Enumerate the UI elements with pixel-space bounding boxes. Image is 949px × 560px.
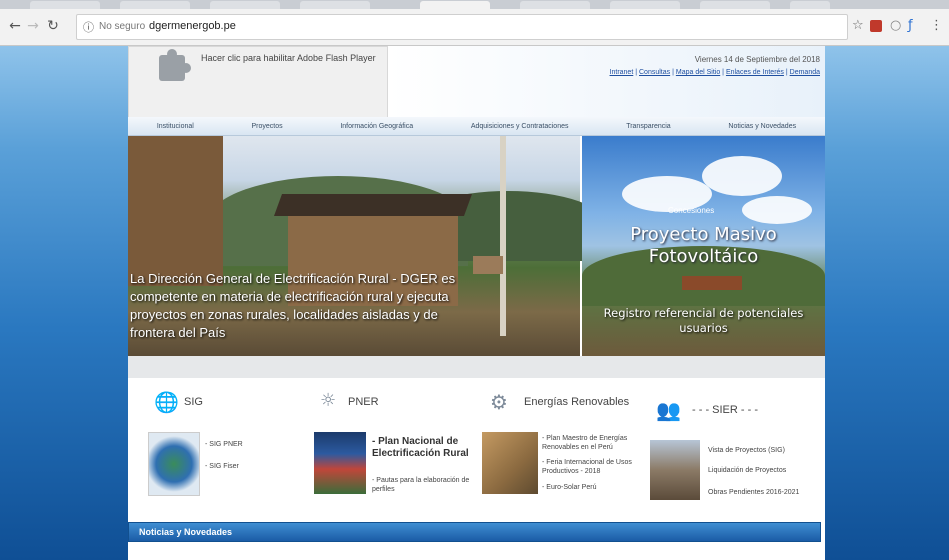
sier-heading[interactable]: - - - SIER - - - bbox=[692, 404, 758, 416]
sig-globe-thumbnail[interactable] bbox=[148, 432, 200, 496]
menu-item-proyectos[interactable]: Proyectos bbox=[252, 123, 283, 130]
pner-plan-link[interactable]: - Pautas para la elaboración de perfiles bbox=[372, 476, 477, 494]
users-icon: 👥 bbox=[656, 398, 681, 422]
menu-item-institucional[interactable]: Institucional bbox=[157, 123, 194, 130]
gears-icon: ⚙ bbox=[490, 390, 508, 414]
banner-divider bbox=[128, 356, 825, 378]
extension-icon[interactable] bbox=[870, 20, 882, 32]
browser-tab[interactable] bbox=[300, 1, 370, 9]
energias-thumbnail[interactable] bbox=[482, 432, 538, 494]
extension-feather-icon[interactable]: ƒ bbox=[908, 18, 913, 34]
menu-dots-icon[interactable]: ⋮ bbox=[930, 18, 943, 34]
new-tab-button[interactable] bbox=[790, 1, 830, 9]
lightbulb-icon: ☼ bbox=[320, 390, 337, 411]
energias-link-euro-solar[interactable]: - Euro-Solar Perú bbox=[542, 483, 642, 492]
sig-heading[interactable]: SIG bbox=[184, 396, 203, 408]
menu-item-noticias[interactable]: Noticias y Novedades bbox=[728, 123, 796, 130]
globe-icon: 🌐 bbox=[154, 390, 179, 414]
pner-plan-title[interactable]: - Plan Nacional de Electrificación Rural bbox=[372, 436, 482, 460]
pner-cover-thumbnail[interactable] bbox=[314, 432, 366, 494]
header-link-consultas[interactable]: Consultas bbox=[639, 69, 670, 76]
header-link-intranet[interactable]: Intranet bbox=[610, 69, 634, 76]
browser-tab[interactable] bbox=[700, 1, 770, 9]
main-menu: Institucional Proyectos Información Geog… bbox=[128, 117, 825, 136]
address-bar[interactable]: ⓘ No seguro dgermenergob.pe bbox=[76, 14, 848, 40]
energias-heading[interactable]: Energías Renovables bbox=[524, 396, 629, 408]
pmf-title[interactable]: Proyecto Masivo Fotovoltáico bbox=[582, 224, 825, 268]
header-date: Viernes 14 de Septiembre del 2018 bbox=[694, 55, 820, 64]
browser-tab[interactable] bbox=[210, 1, 280, 9]
browser-tab[interactable] bbox=[120, 1, 190, 9]
browser-tab[interactable] bbox=[520, 1, 590, 9]
browser-tab-active[interactable] bbox=[420, 1, 490, 9]
menu-item-informacion-geografica[interactable]: Información Geográfica bbox=[340, 123, 413, 130]
sier-link-vista[interactable]: Vista de Proyectos (SIG) bbox=[708, 446, 785, 455]
reload-icon[interactable]: ↻ bbox=[44, 17, 62, 35]
banner-description: La Dirección General de Electrificación … bbox=[130, 271, 456, 340]
header-link-mapa[interactable]: Mapa del Sitio bbox=[676, 69, 720, 76]
pner-heading[interactable]: PNER bbox=[348, 396, 379, 408]
browser-tab-strip bbox=[0, 0, 949, 9]
browser-tab[interactable] bbox=[610, 1, 680, 9]
bookmark-star-icon[interactable]: ☆ bbox=[852, 18, 864, 34]
sier-thumbnail[interactable] bbox=[650, 440, 700, 500]
news-bar[interactable]: Noticias y Novedades bbox=[128, 522, 821, 542]
banner-small-label: Concesiones bbox=[668, 206, 715, 215]
header-link-demanda[interactable]: Demanda bbox=[790, 69, 820, 76]
header-link-enlaces[interactable]: Enlaces de Interés bbox=[726, 69, 784, 76]
sig-link-fiser[interactable]: - SIG Fiser bbox=[205, 462, 239, 471]
info-icon[interactable]: ⓘ bbox=[83, 19, 94, 35]
flash-message: Hacer clic para habilitar Adobe Flash Pl… bbox=[201, 53, 376, 63]
news-title: Noticias y Novedades bbox=[139, 527, 233, 537]
menu-item-adquisiciones[interactable]: Adquisiciones y Contrataciones bbox=[471, 123, 569, 130]
extension-circle-icon[interactable]: ○ bbox=[890, 18, 901, 34]
back-arrow-icon[interactable]: ← bbox=[6, 17, 24, 35]
security-label: No seguro bbox=[99, 21, 146, 32]
menu-item-transparencia[interactable]: Transparencia bbox=[626, 123, 671, 130]
flash-placeholder[interactable]: Hacer clic para habilitar Adobe Flash Pl… bbox=[128, 46, 388, 118]
sier-link-obras[interactable]: Obras Pendientes 2016-2021 bbox=[708, 488, 799, 497]
plugin-puzzle-icon bbox=[159, 49, 191, 81]
url-text[interactable]: dgermenergob.pe bbox=[149, 20, 236, 32]
pmf-subtitle[interactable]: Registro referencial de potenciales usua… bbox=[582, 306, 825, 336]
energias-link-feria[interactable]: - Feria Internacional de Usos Productivo… bbox=[542, 458, 642, 476]
header-links: Intranet | Consultas | Mapa del Sitio | … bbox=[609, 69, 820, 76]
hero-banner[interactable]: Concesiones La Dirección General de Elec… bbox=[128, 136, 825, 356]
energias-link-plan-maestro[interactable]: - Plan Maestro de Energías Renovables en… bbox=[542, 434, 642, 452]
forward-arrow-icon[interactable]: → bbox=[24, 17, 42, 35]
browser-toolbar: ← → ↻ ⓘ No seguro dgermenergob.pe ☆ ○ ƒ … bbox=[0, 9, 949, 46]
sig-link-pner[interactable]: - SIG PNER bbox=[205, 440, 243, 449]
sier-link-liquidacion[interactable]: Liquidación de Proyectos bbox=[708, 466, 786, 475]
browser-tab[interactable] bbox=[30, 1, 100, 9]
